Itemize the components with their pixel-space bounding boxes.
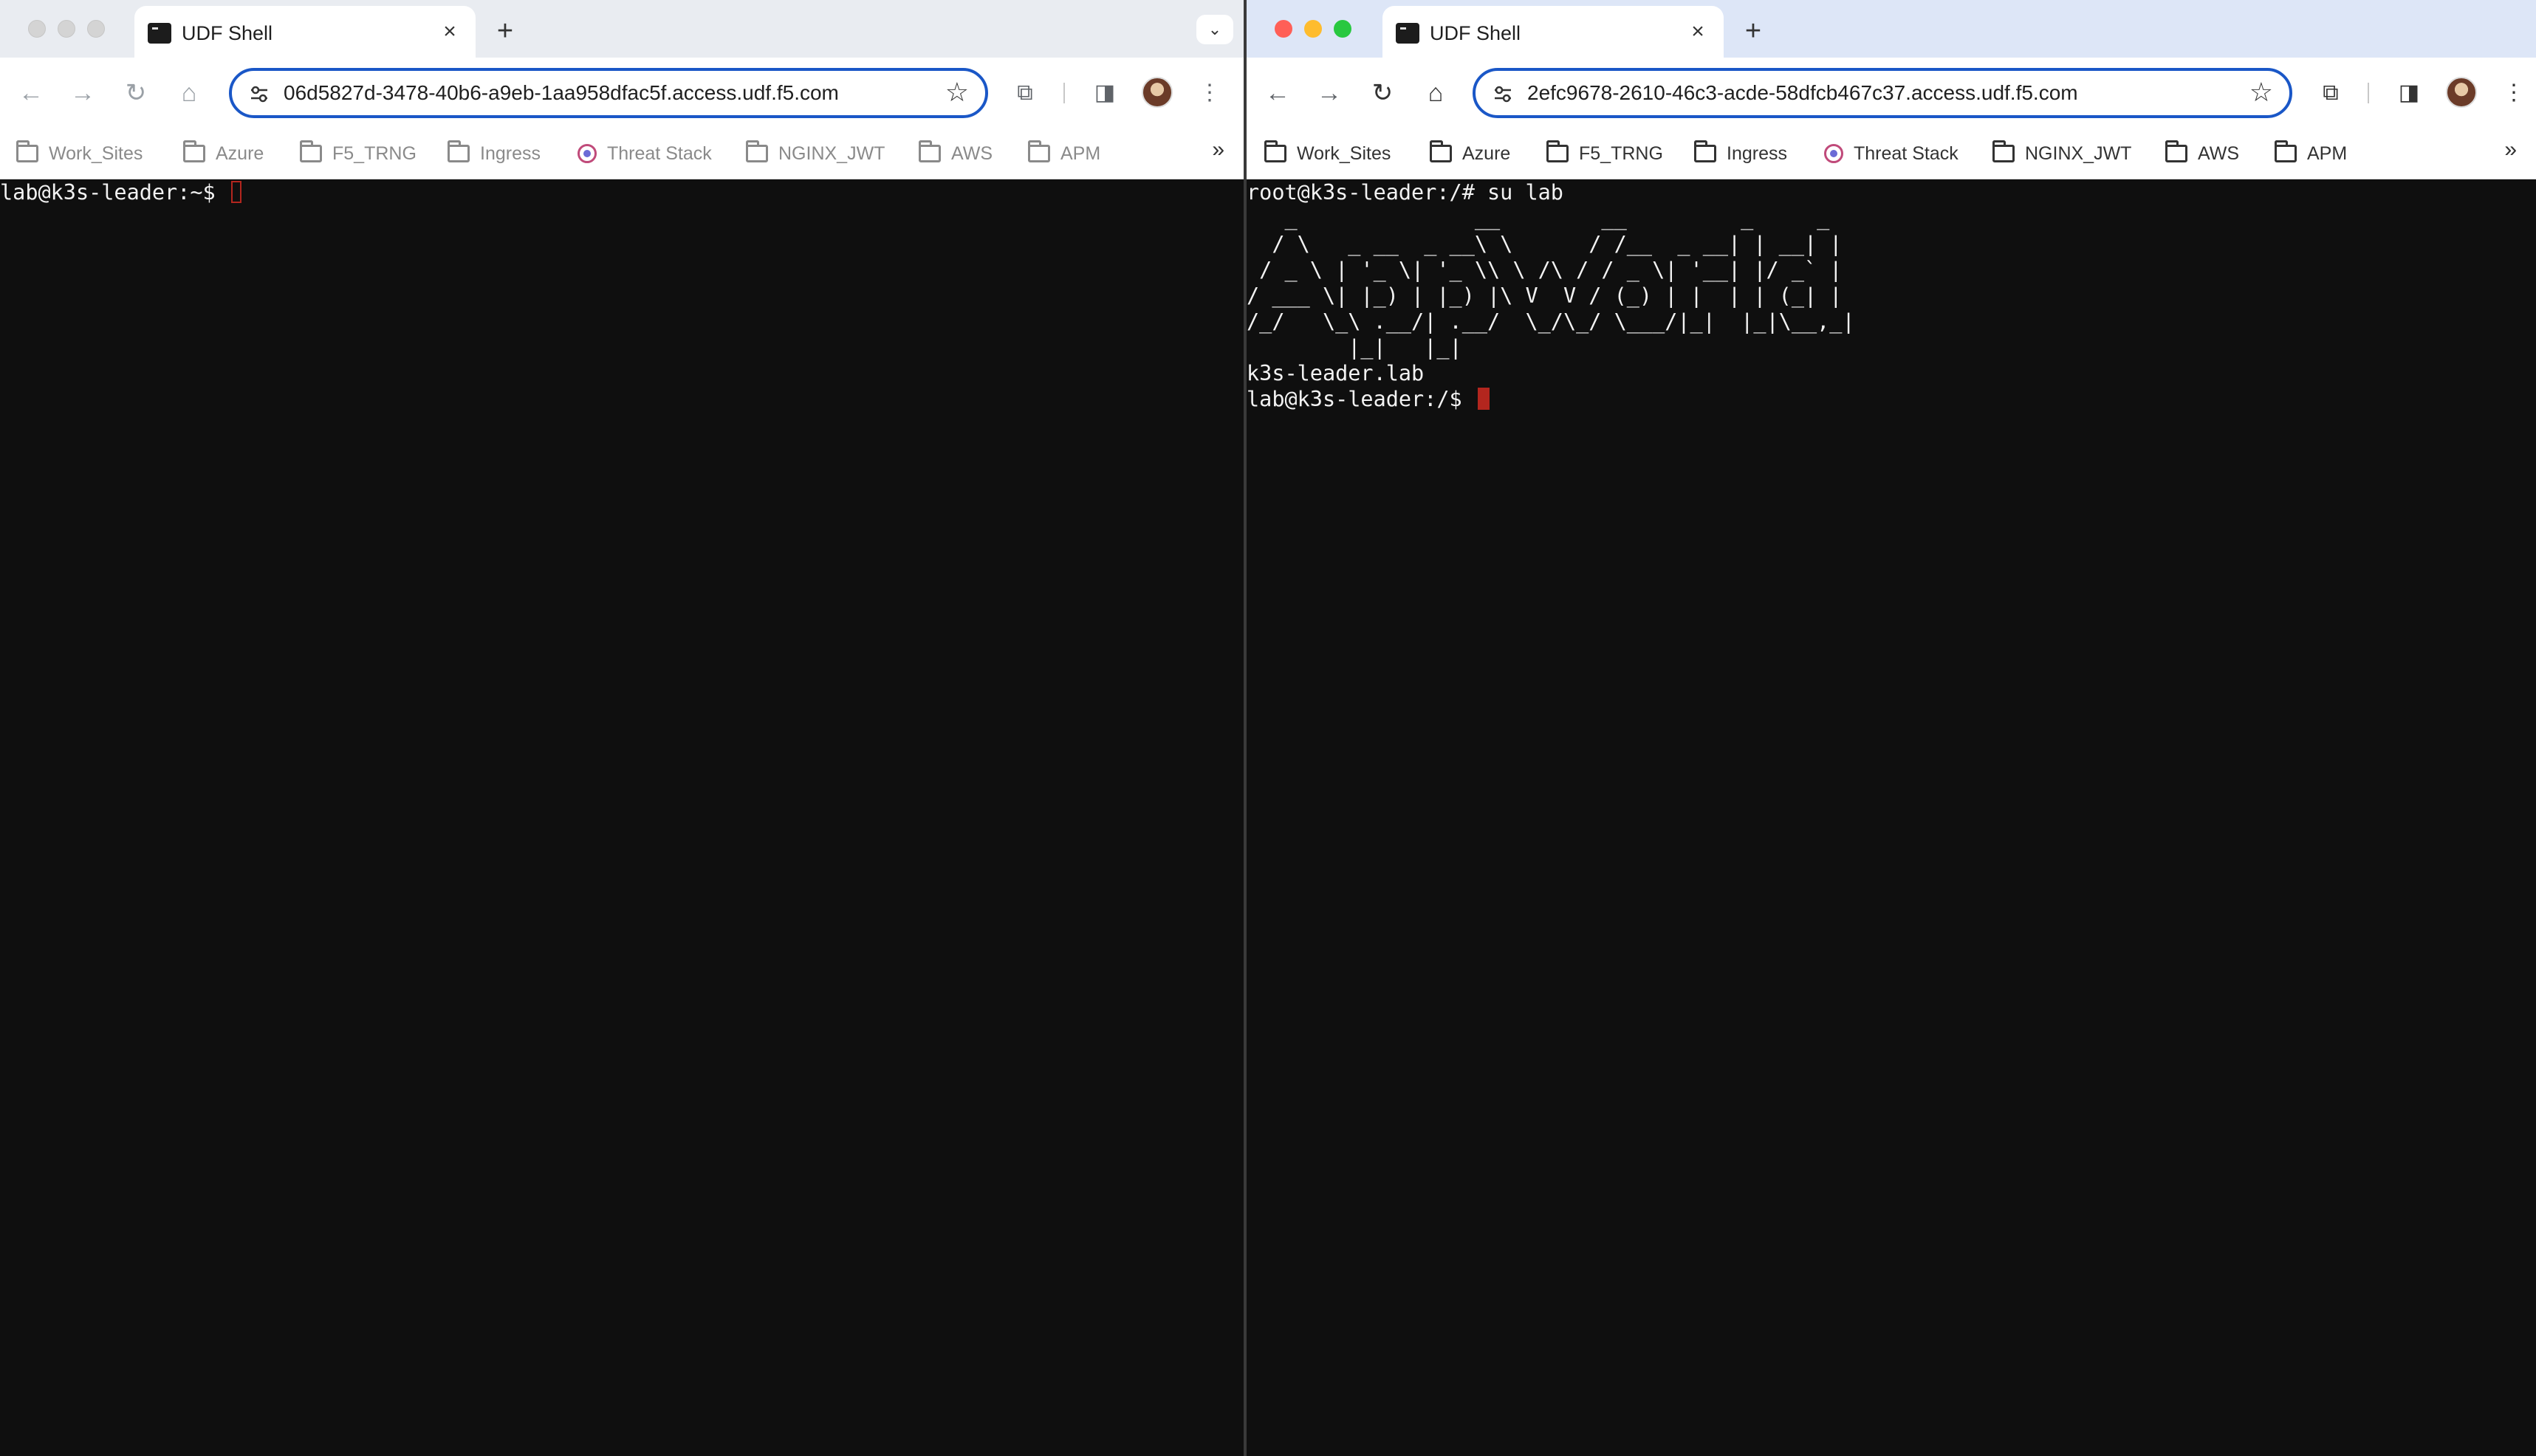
minimize-window-button[interactable] xyxy=(1304,20,1322,38)
bookmark-work-sites[interactable]: Work_Sites xyxy=(1264,139,1391,168)
bookmarks-overflow-chevron-icon[interactable]: » xyxy=(2504,137,2517,162)
bookmark-aws[interactable]: AWS xyxy=(2165,139,2239,168)
tab-udf-shell[interactable]: UDF Shell × xyxy=(134,6,476,58)
close-window-button[interactable] xyxy=(1275,20,1292,38)
bookmark-work-sites[interactable]: Work_Sites xyxy=(16,139,143,168)
window-controls xyxy=(28,20,105,38)
home-button[interactable]: ⌂ xyxy=(174,78,204,108)
window-controls xyxy=(1275,20,1351,38)
tab-udf-shell[interactable]: UDF Shell × xyxy=(1382,6,1724,58)
threat-stack-icon xyxy=(578,144,597,163)
side-panel-icon[interactable]: ◨ xyxy=(2393,77,2425,109)
side-panel-icon[interactable]: ◨ xyxy=(1089,77,1121,109)
back-button[interactable]: ← xyxy=(16,78,46,108)
url-text: 06d5827d-3478-40b6-a9eb-1aa958dfac5f.acc… xyxy=(284,81,839,104)
terminal-prompt: lab@k3s-leader:/$ xyxy=(1247,387,1475,411)
terminal-prompt-line: lab@k3s-leader:~$ xyxy=(0,179,1244,205)
folder-icon xyxy=(746,140,768,162)
tab-strip: UDF Shell × + ⌄ xyxy=(0,0,1244,58)
tab-title: UDF Shell xyxy=(1430,22,1521,44)
bookmark-threat-stack[interactable]: Threat Stack xyxy=(578,139,712,168)
toolbar-separator xyxy=(1063,83,1065,103)
bookmark-azure[interactable]: Azure xyxy=(183,139,264,168)
folder-icon xyxy=(2165,140,2187,162)
tab-strip: UDF Shell × + xyxy=(1247,0,2536,58)
toolbar-separator xyxy=(2368,83,2369,103)
bookmarks-overflow-chevron-icon[interactable]: » xyxy=(1212,137,1224,162)
address-bar[interactable]: 2efc9678-2610-46c3-acde-58dfcb467c37.acc… xyxy=(1473,68,2292,118)
folder-icon xyxy=(919,140,941,162)
terminal-favicon-icon xyxy=(1396,23,1419,44)
terminal-right[interactable]: root@k3s-leader:/# su lab _ __ __ _ _ / … xyxy=(1247,179,2536,1456)
terminal-prompt-line: lab@k3s-leader:/$ xyxy=(1247,386,2536,412)
folder-icon xyxy=(183,140,205,162)
bookmark-ingress[interactable]: Ingress xyxy=(1694,139,1787,168)
address-bar[interactable]: 06d5827d-3478-40b6-a9eb-1aa958dfac5f.acc… xyxy=(229,68,988,118)
browser-window-right: UDF Shell × + ← → ↻ ⌂ 2efc9678-2610-46c3… xyxy=(1247,0,2536,1456)
terminal-hostname-line: k3s-leader.lab xyxy=(1247,361,1425,385)
forward-button[interactable]: → xyxy=(68,78,97,108)
bookmark-nginx-jwt[interactable]: NGINX_JWT xyxy=(1992,139,2131,168)
kebab-menu-icon[interactable]: ⋮ xyxy=(1193,77,1226,109)
back-button[interactable]: ← xyxy=(1263,78,1292,108)
maximize-window-button[interactable] xyxy=(87,20,105,38)
extensions-puzzle-icon[interactable]: ⧉ xyxy=(2314,77,2347,109)
toolbar: ← → ↻ ⌂ 2efc9678-2610-46c3-acde-58dfcb46… xyxy=(1247,58,2536,128)
url-text: 2efc9678-2610-46c3-acde-58dfcb467c37.acc… xyxy=(1527,81,2078,104)
profile-avatar[interactable] xyxy=(2446,77,2477,108)
bookmark-f5-trng[interactable]: F5_TRNG xyxy=(1546,139,1663,168)
reload-button[interactable]: ↻ xyxy=(1368,78,1397,108)
folder-icon xyxy=(16,140,38,162)
kebab-menu-icon[interactable]: ⋮ xyxy=(2498,77,2530,109)
terminal-prompt: lab@k3s-leader:~$ xyxy=(0,180,228,205)
bookmark-apm[interactable]: APM xyxy=(2275,139,2347,168)
terminal-cursor xyxy=(230,181,241,203)
terminal-ascii-banner: _ __ __ _ _ / \ _ __ _ __\ \ / /__ _ __|… xyxy=(1247,206,1855,360)
tab-close-icon[interactable]: × xyxy=(1685,19,1710,44)
maximize-window-button[interactable] xyxy=(1334,20,1351,38)
bookmark-apm[interactable]: APM xyxy=(1028,139,1100,168)
minimize-window-button[interactable] xyxy=(58,20,75,38)
site-info-icon[interactable] xyxy=(1492,83,1514,105)
tab-search-chevron-icon[interactable]: ⌄ xyxy=(1196,15,1233,44)
bookmark-star-icon[interactable]: ☆ xyxy=(2249,77,2273,108)
bookmark-ingress[interactable]: Ingress xyxy=(448,139,541,168)
bookmark-aws[interactable]: AWS xyxy=(919,139,993,168)
threat-stack-icon xyxy=(1824,144,1843,163)
close-window-button[interactable] xyxy=(28,20,46,38)
bookmark-threat-stack[interactable]: Threat Stack xyxy=(1824,139,1958,168)
bookmark-nginx-jwt[interactable]: NGINX_JWT xyxy=(746,139,885,168)
forward-button[interactable]: → xyxy=(1315,78,1344,108)
tab-title: UDF Shell xyxy=(182,22,273,44)
terminal-favicon-icon xyxy=(148,23,171,44)
browser-window-left: UDF Shell × + ⌄ ← → ↻ ⌂ 06d5827d-3478-40… xyxy=(0,0,1244,1456)
bookmark-f5-trng[interactable]: F5_TRNG xyxy=(300,139,417,168)
profile-avatar[interactable] xyxy=(1142,77,1173,108)
site-info-icon[interactable] xyxy=(248,83,270,105)
tab-close-icon[interactable]: × xyxy=(437,19,462,44)
terminal-left[interactable]: lab@k3s-leader:~$ xyxy=(0,179,1244,1456)
bookmark-azure[interactable]: Azure xyxy=(1430,139,1510,168)
folder-icon xyxy=(1992,140,2015,162)
extensions-puzzle-icon[interactable]: ⧉ xyxy=(1009,77,1041,109)
folder-icon xyxy=(1264,140,1286,162)
folder-icon xyxy=(300,140,322,162)
terminal-command-line: root@k3s-leader:/# su lab xyxy=(1247,180,1563,205)
toolbar: ← → ↻ ⌂ 06d5827d-3478-40b6-a9eb-1aa958df… xyxy=(0,58,1244,128)
folder-icon xyxy=(1546,140,1569,162)
new-tab-button[interactable]: + xyxy=(490,16,520,46)
bookmarks-bar: Work_Sites Azure F5_TRNG Ingress Threat … xyxy=(1247,128,2536,179)
home-button[interactable]: ⌂ xyxy=(1421,78,1450,108)
desktop: UDF Shell × + ⌄ ← → ↻ ⌂ 06d5827d-3478-40… xyxy=(0,0,2536,1456)
reload-button[interactable]: ↻ xyxy=(121,78,151,108)
folder-icon xyxy=(1694,140,1716,162)
bookmarks-bar: Work_Sites Azure F5_TRNG Ingress Threat … xyxy=(0,128,1244,179)
folder-icon xyxy=(448,140,470,162)
folder-icon xyxy=(1028,140,1050,162)
bookmark-star-icon[interactable]: ☆ xyxy=(945,77,969,108)
folder-icon xyxy=(2275,140,2297,162)
folder-icon xyxy=(1430,140,1452,162)
new-tab-button[interactable]: + xyxy=(1738,16,1768,46)
terminal-cursor xyxy=(1477,388,1490,410)
